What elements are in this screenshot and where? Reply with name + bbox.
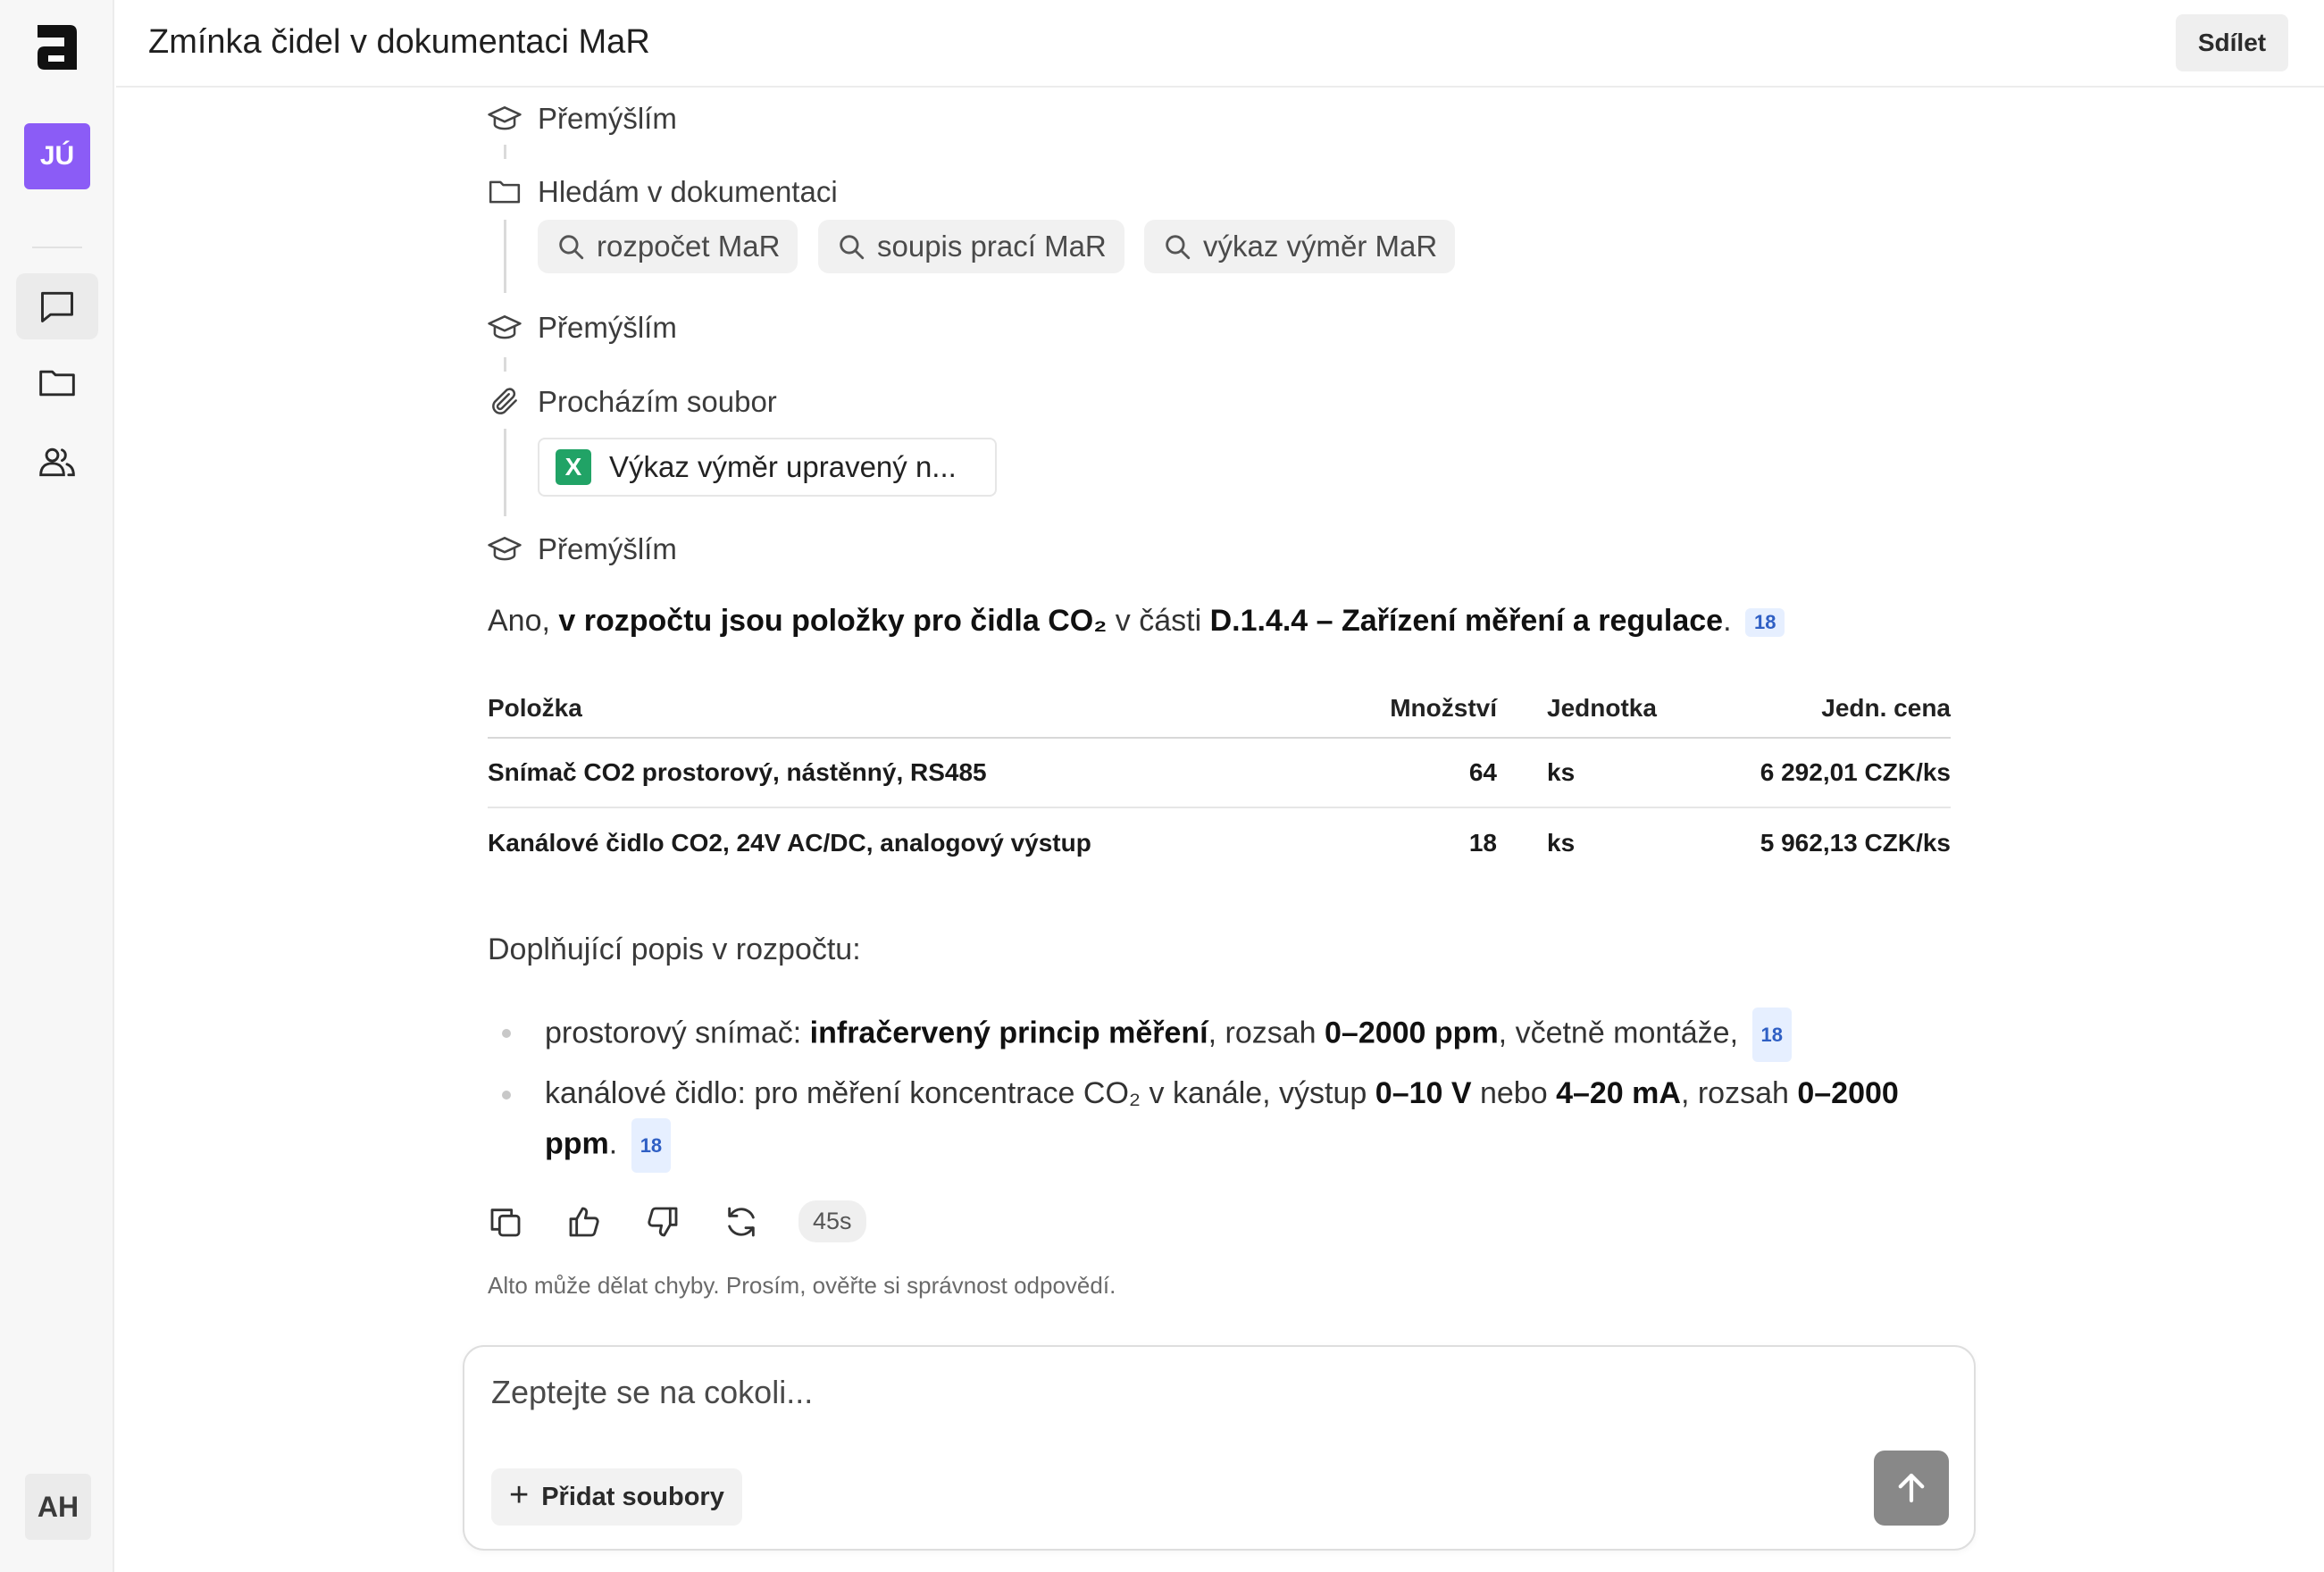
- list-item: kanálové čidlo: pro měření koncentrace C…: [488, 1069, 1952, 1173]
- table-cell: ks: [1497, 738, 1711, 808]
- step-searching: Hledám v dokumentaci: [488, 170, 838, 214]
- budget-items-table: Položka Množství Jednotka Jedn. cena Sní…: [488, 679, 1951, 877]
- sidebar-item-users[interactable]: [16, 429, 98, 495]
- graduation-cap-icon: [488, 537, 522, 561]
- table-cell: 5 962,13 CZK/ks: [1760, 828, 1951, 857]
- message-input[interactable]: [491, 1374, 1831, 1411]
- file-name: Výkaz výměr upravený n...: [609, 450, 957, 483]
- table-row: Snímač CO2 prostorový, nástěnný, RS485 6…: [488, 738, 1951, 808]
- citation-badge[interactable]: 18: [1745, 608, 1785, 638]
- alto-logo-icon[interactable]: [34, 23, 80, 71]
- search-icon: [559, 235, 584, 260]
- regenerate-icon[interactable]: [723, 1204, 759, 1240]
- account-avatar[interactable]: AH: [25, 1474, 91, 1540]
- answer-intro: Ano, v rozpočtu jsou položky pro čidla C…: [488, 604, 1785, 639]
- step-label: Procházím soubor: [538, 385, 777, 418]
- folder-icon: [39, 370, 75, 397]
- answer-bullet-list: prostorový snímač: infračervený princip …: [488, 1008, 1952, 1180]
- copy-icon[interactable]: [488, 1204, 523, 1240]
- table-cell: 64: [1372, 738, 1497, 808]
- step-connector: [504, 357, 506, 372]
- sidebar: JÚ AH: [0, 0, 114, 1572]
- table-cell: 18: [1468, 828, 1497, 857]
- message-composer: + Přidat soubory: [463, 1345, 1976, 1551]
- step-connector: [504, 220, 506, 293]
- file-chip[interactable]: X Výkaz výměr upravený n...: [538, 438, 997, 497]
- search-query-text: rozpočet MaR: [597, 230, 781, 263]
- arrow-up-icon: [1898, 1473, 1925, 1503]
- thumbs-up-icon[interactable]: [566, 1204, 602, 1240]
- step-connector: [504, 429, 506, 516]
- send-button[interactable]: [1874, 1451, 1949, 1526]
- sidebar-item-chat[interactable]: [16, 273, 98, 339]
- users-icon: [39, 447, 75, 477]
- step-browsing: Procházím soubor: [488, 380, 777, 424]
- citation-badge[interactable]: 18: [631, 1118, 672, 1173]
- step-label: Přemýšlím: [538, 532, 677, 565]
- search-query-chip[interactable]: rozpočet MaR: [538, 220, 798, 273]
- search-icon: [840, 235, 865, 260]
- page-title: Zmínka čidel v dokumentaci MaR: [148, 23, 650, 61]
- step-thinking: Přemýšlím: [488, 527, 677, 572]
- step-label: Přemýšlím: [538, 102, 677, 135]
- column-header: Jednotka: [1497, 679, 1711, 739]
- folder-icon: [489, 180, 521, 204]
- paperclip-icon: [492, 388, 517, 414]
- answer-subheading: Doplňující popis v rozpočtu:: [488, 932, 861, 966]
- list-item: prostorový snímač: infračervený princip …: [488, 1008, 1952, 1062]
- column-header: Jedn. cena: [1711, 679, 1951, 739]
- search-query-text: výkaz výměr MaR: [1203, 230, 1438, 263]
- thumbs-down-icon[interactable]: [645, 1204, 681, 1240]
- message-actions: 45s: [488, 1200, 866, 1242]
- table-cell: ks: [1547, 828, 1576, 857]
- search-icon: [1166, 235, 1191, 260]
- sidebar-divider: [32, 247, 82, 248]
- response-time-badge: 45s: [798, 1200, 866, 1242]
- step-label: Hledám v dokumentaci: [538, 175, 838, 208]
- table-header-row: Položka Množství Jednotka Jedn. cena: [488, 679, 1951, 739]
- step-connector: [504, 145, 506, 159]
- chat-bubble-icon: [41, 291, 73, 322]
- table-row: Kanálové čidlo CO2, 24V AC/DC, analogový…: [488, 807, 1951, 877]
- search-query-chip[interactable]: výkaz výměr MaR: [1144, 220, 1456, 273]
- step-label: Přemýšlím: [538, 311, 677, 344]
- add-files-label: Přidat soubory: [541, 1482, 724, 1511]
- header: Zmínka čidel v dokumentaci MaR Sdílet: [116, 0, 2324, 88]
- search-query-text: soupis prací MaR: [877, 230, 1107, 263]
- add-files-button[interactable]: + Přidat soubory: [491, 1468, 742, 1526]
- graduation-cap-icon: [488, 315, 522, 339]
- sidebar-item-files[interactable]: [16, 350, 98, 416]
- user-avatar[interactable]: JÚ: [24, 123, 90, 189]
- excel-file-icon: X: [556, 449, 591, 485]
- step-thinking: Přemýšlím: [488, 96, 677, 141]
- column-header: Množství: [1372, 679, 1497, 739]
- table-cell: Kanálové čidlo CO2, 24V AC/DC, analogový…: [488, 828, 1091, 857]
- column-header: Položka: [488, 679, 1372, 739]
- plus-icon: +: [509, 1476, 530, 1514]
- table-cell: Snímač CO2 prostorový, nástěnný, RS485: [488, 738, 1372, 808]
- disclaimer-text: Alto může dělat chyby. Prosím, ověřte si…: [488, 1272, 1116, 1299]
- graduation-cap-icon: [488, 106, 522, 130]
- share-button[interactable]: Sdílet: [2176, 14, 2288, 71]
- search-query-chip[interactable]: soupis prací MaR: [818, 220, 1124, 273]
- table-cell: 6 292,01 CZK/ks: [1711, 738, 1951, 808]
- citation-badge[interactable]: 18: [1751, 1008, 1792, 1062]
- step-thinking: Přemýšlím: [488, 305, 677, 350]
